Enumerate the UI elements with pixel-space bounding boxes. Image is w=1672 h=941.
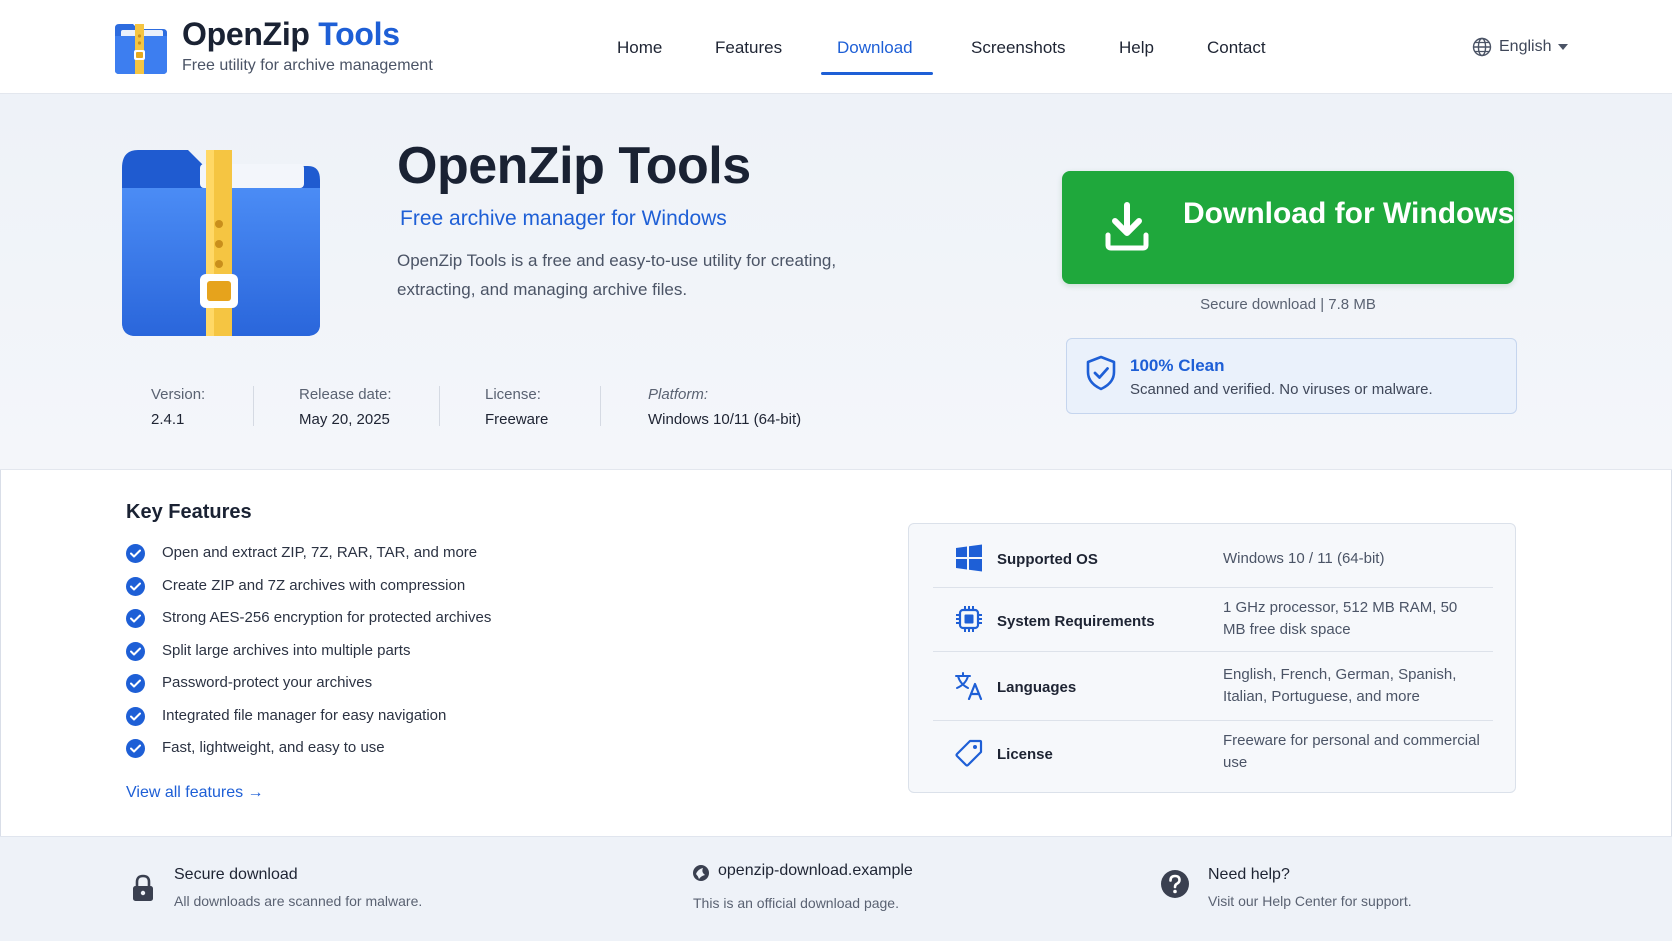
feature-text: Create ZIP and 7Z archives with compress… [162, 576, 466, 594]
windows-icon [956, 544, 982, 572]
nav-download[interactable]: Download [837, 38, 913, 58]
shield-check-icon [1086, 355, 1116, 391]
nav-contact[interactable]: Contact [1207, 38, 1266, 58]
footer-secure-text: All downloads are scanned for malware. [174, 893, 423, 909]
brand-title[interactable]: OpenZip Tools [182, 16, 400, 53]
meta-divider [253, 386, 254, 426]
feature-text: Open and extract ZIP, 7Z, RAR, TAR, and … [162, 544, 478, 561]
meta-platform: Platform: Windows 10/11 (64-bit) [648, 386, 801, 436]
check-circle-icon [126, 674, 145, 693]
language-selector[interactable]: English [1472, 36, 1569, 58]
spec-value: 1 GHz processor, 512 MB RAM, 50 MB free … [1223, 599, 1458, 638]
system-info-card: Supported OS Windows 10 / 11 (64-bit) Sy… [908, 523, 1516, 793]
clean-title: 100% Clean [1130, 356, 1225, 375]
site-header: OpenZip Tools Free utility for archive m… [0, 0, 1672, 94]
nav-home[interactable]: Home [617, 38, 662, 58]
cpu-chip-icon [956, 606, 982, 632]
verified-globe-icon [693, 865, 709, 881]
meta-release-label: Release date: [299, 386, 392, 403]
meta-divider [600, 386, 601, 426]
meta-version: Version: 2.4.1 [151, 386, 205, 436]
meta-release-value: May 20, 2025 [299, 411, 390, 428]
spec-label: System Requirements [997, 613, 1155, 630]
list-item: Password-protect your archives [126, 672, 491, 705]
feature-text: Strong AES-256 encryption for protected … [162, 609, 492, 626]
spec-value: Windows 10 / 11 (64-bit) [1223, 550, 1385, 567]
spec-label: Languages [997, 679, 1077, 696]
feature-list: Open and extract ZIP, 7Z, RAR, TAR, and … [126, 542, 491, 770]
nav-features[interactable]: Features [715, 38, 782, 58]
nav-help[interactable]: Help [1119, 38, 1154, 58]
footer-help-title: Need help? [1208, 866, 1290, 883]
check-circle-icon [126, 739, 145, 758]
spec-row-languages: Languages English, French, German, Spani… [933, 652, 1493, 721]
meta-release-date: Release date: May 20, 2025 [299, 386, 392, 436]
nav-active-indicator [821, 72, 933, 75]
product-description: OpenZip Tools is a free and easy-to-use … [397, 251, 837, 299]
meta-divider [439, 386, 440, 426]
clean-text: Scanned and verified. No viruses or malw… [1130, 381, 1433, 398]
brand-name: OpenZip [182, 16, 310, 52]
footer-domain-title[interactable]: openzip-download.example [718, 862, 913, 880]
trust-footer: Secure download All downloads are scanne… [0, 836, 1672, 941]
lock-icon [133, 874, 153, 901]
nav-screenshots[interactable]: Screenshots [971, 38, 1066, 58]
list-item: Fast, lightweight, and easy to use [126, 737, 491, 770]
feature-text: Integrated file manager for easy navigat… [162, 706, 447, 724]
product-title: OpenZip Tools [397, 137, 751, 195]
brand-tagline: Free utility for archive management [182, 57, 433, 74]
help-circle-icon [1161, 870, 1189, 898]
download-button[interactable]: Download for Windows [1062, 171, 1514, 284]
spec-label: Supported OS [997, 551, 1098, 568]
view-all-features-link[interactable]: View all features → [126, 784, 264, 802]
chevron-down-icon [1558, 44, 1569, 50]
spec-row-supported-os: Supported OS Windows 10 / 11 (64-bit) [933, 524, 1493, 588]
download-button-label: Download for Windows [1183, 197, 1515, 230]
list-item: Create ZIP and 7Z archives with compress… [126, 575, 491, 608]
features-heading: Key Features [126, 501, 252, 523]
check-circle-icon [126, 706, 145, 726]
check-circle-icon [126, 544, 145, 563]
product-subtitle: Free archive manager for Windows [400, 207, 727, 230]
spec-row-system-requirements: System Requirements 1 GHz processor, 512… [933, 588, 1493, 652]
download-icon [1105, 202, 1149, 251]
list-item: Strong AES-256 encryption for protected … [126, 607, 491, 640]
footer-secure-title: Secure download [174, 866, 298, 883]
footer-help-text: Visit our Help Center for support. [1208, 893, 1412, 909]
check-circle-icon [126, 576, 145, 596]
footer-domain-text: This is an official download page. [693, 895, 899, 911]
feature-text: Split large archives into multiple parts [162, 641, 411, 659]
list-item: Integrated file manager for easy navigat… [126, 705, 491, 738]
meta-platform-label: Platform: [648, 386, 709, 403]
globe-icon [1472, 37, 1492, 57]
brand-accent: Tools [318, 16, 400, 52]
spec-row-license: License Freeware for personal and commer… [933, 721, 1493, 791]
folder-zip-logo-icon [115, 24, 167, 74]
meta-platform-value: Windows 10/11 (64-bit) [648, 411, 802, 428]
meta-license-label: License: [485, 386, 541, 403]
translate-icon [955, 672, 983, 700]
spec-label: License [997, 746, 1053, 763]
spec-value: Freeware for personal and commercial use [1223, 732, 1480, 771]
language-label: English [1499, 38, 1552, 55]
clean-badge: 100% Clean Scanned and verified. No viru… [1066, 338, 1517, 414]
spec-value: English, French, German, Spanish, Italia… [1223, 666, 1457, 705]
meta-license-value: Freeware [485, 411, 549, 428]
list-item: Split large archives into multiple parts [126, 640, 491, 673]
feature-text: Fast, lightweight, and easy to use [162, 739, 385, 756]
check-circle-icon [126, 641, 145, 661]
list-item: Open and extract ZIP, 7Z, RAR, TAR, and … [126, 542, 491, 575]
tag-icon [955, 739, 983, 767]
download-note: Secure download | 7.8 MB [1200, 296, 1376, 313]
feature-text: Password-protect your archives [162, 674, 373, 691]
meta-license: License: Freeware [485, 386, 548, 436]
folder-zip-app-icon [122, 150, 320, 336]
meta-version-label: Version: [151, 386, 206, 403]
check-circle-icon [126, 609, 145, 628]
meta-version-value: 2.4.1 [151, 411, 185, 428]
